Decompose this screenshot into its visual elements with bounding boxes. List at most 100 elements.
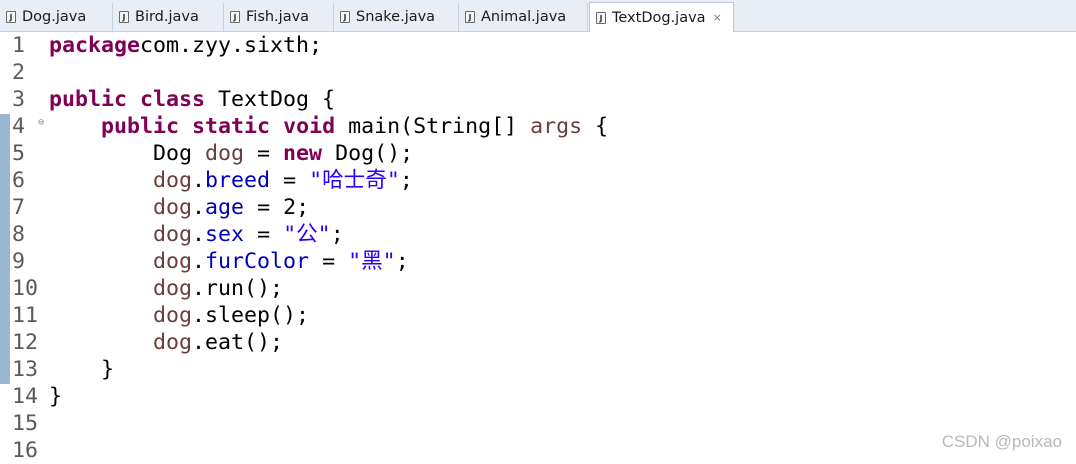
- java-file-icon: J: [119, 11, 129, 23]
- token-plain: .run();: [192, 276, 284, 301]
- token-plain: ;: [395, 249, 409, 274]
- code-text: dog.sex = "公";: [49, 221, 344, 248]
- token-kw: static: [192, 114, 271, 139]
- token-var: dog: [153, 249, 193, 274]
- close-tab-icon[interactable]: ×: [713, 11, 722, 24]
- token-plain: .sleep();: [192, 303, 310, 328]
- token-plain: {: [582, 114, 609, 139]
- java-file-icon: J: [230, 11, 240, 23]
- code-text: }: [49, 356, 114, 383]
- tab-label: Animal.java: [481, 9, 567, 25]
- token-plain: ;: [330, 222, 344, 247]
- fold-collapse-icon[interactable]: ⊖: [38, 109, 44, 136]
- java-file-icon: J: [465, 11, 475, 23]
- tab-dog-java[interactable]: J Dog.java: [0, 3, 113, 31]
- java-file-icon: J: [340, 11, 350, 23]
- token-field: sex: [205, 222, 245, 247]
- tab-label: TextDog.java: [612, 9, 706, 26]
- token-kw: public: [49, 87, 128, 112]
- token-plain: TextDog {: [205, 87, 336, 112]
- token-kw: class: [140, 87, 206, 112]
- java-file-icon: J: [6, 11, 16, 23]
- token-kw: void: [283, 114, 336, 139]
- token-field: furColor: [205, 249, 310, 274]
- line-number: 14: [12, 384, 39, 409]
- code-text: dog.furColor = "黑";: [49, 248, 409, 275]
- tab-snake-java[interactable]: J Snake.java: [334, 3, 459, 31]
- line-number: 10: [12, 276, 39, 301]
- token-var: dog: [205, 141, 245, 166]
- token-plain: =: [309, 249, 349, 274]
- token-plain: =: [244, 222, 284, 247]
- line-number: 15: [12, 411, 39, 436]
- code-editor[interactable]: 1 packagecom.zyy.sixth; 2 3 public class Tex…: [0, 32, 1076, 463]
- code-text: dog.breed = "哈士奇";: [49, 167, 413, 194]
- code-text: dog.eat();: [49, 329, 283, 356]
- line-number: 6: [12, 168, 26, 193]
- token-var: dog: [153, 276, 193, 301]
- token-kw: new: [283, 141, 323, 166]
- token-plain: .: [192, 168, 206, 193]
- code-text: Dog dog = new Dog();: [49, 140, 413, 167]
- tab-label: Fish.java: [246, 9, 310, 25]
- tab-label: Snake.java: [356, 9, 436, 25]
- java-file-icon: J: [596, 11, 606, 24]
- line-number: 13: [12, 357, 39, 382]
- token-var: dog: [153, 222, 193, 247]
- code-text: public class TextDog {: [49, 86, 335, 113]
- token-var: dog: [153, 168, 193, 193]
- token-field: breed: [205, 168, 271, 193]
- token-plain: =: [244, 141, 284, 166]
- token-str: "哈士奇": [309, 168, 400, 193]
- line-number: 2: [12, 60, 26, 85]
- line-number: 7: [12, 195, 26, 220]
- tab-animal-java[interactable]: J Animal.java: [459, 3, 588, 31]
- line-number: 9: [12, 249, 26, 274]
- token-kw: package: [49, 33, 141, 58]
- line-number: 5: [12, 141, 26, 166]
- token-str: "黑": [348, 249, 396, 274]
- token-plain: .eat();: [192, 330, 284, 355]
- line-number: 11: [12, 303, 39, 328]
- token-plain: .: [192, 249, 206, 274]
- code-text: dog.age = 2;: [49, 194, 309, 221]
- token-plain: .: [192, 222, 206, 247]
- token-plain: com.zyy.sixth;: [140, 33, 323, 58]
- code-text: dog.sleep();: [49, 302, 309, 329]
- line-number: 3: [12, 87, 26, 112]
- tab-label: Dog.java: [22, 9, 87, 25]
- code-text: dog.run();: [49, 275, 283, 302]
- tab-textdog-java[interactable]: J TextDog.java ×: [589, 2, 734, 32]
- token-plain: main(String[]: [335, 114, 531, 139]
- token-plain: Dog: [49, 141, 206, 166]
- tab-bird-java[interactable]: J Bird.java: [113, 3, 224, 31]
- tab-label: Bird.java: [135, 9, 199, 25]
- token-var: dog: [153, 330, 193, 355]
- token-plain: }: [49, 384, 63, 409]
- watermark: CSDN @poixao: [941, 432, 1062, 451]
- line-number: 16: [12, 438, 39, 463]
- token-plain: Dog();: [322, 141, 414, 166]
- line-number: 4: [12, 114, 26, 139]
- change-range-indicator: [0, 114, 10, 384]
- editor-tab-bar: J Dog.java J Bird.java J Fish.java J Sna…: [0, 0, 1076, 32]
- code-text: packagecom.zyy.sixth;: [49, 32, 322, 59]
- token-plain: }: [49, 357, 115, 382]
- token-var: args: [530, 114, 583, 139]
- tab-fish-java[interactable]: J Fish.java: [224, 3, 334, 31]
- token-field: age: [205, 195, 245, 220]
- code-text: public static void main(String[] args {: [49, 113, 608, 140]
- code-text: }: [49, 383, 62, 410]
- line-number: 8: [12, 222, 26, 247]
